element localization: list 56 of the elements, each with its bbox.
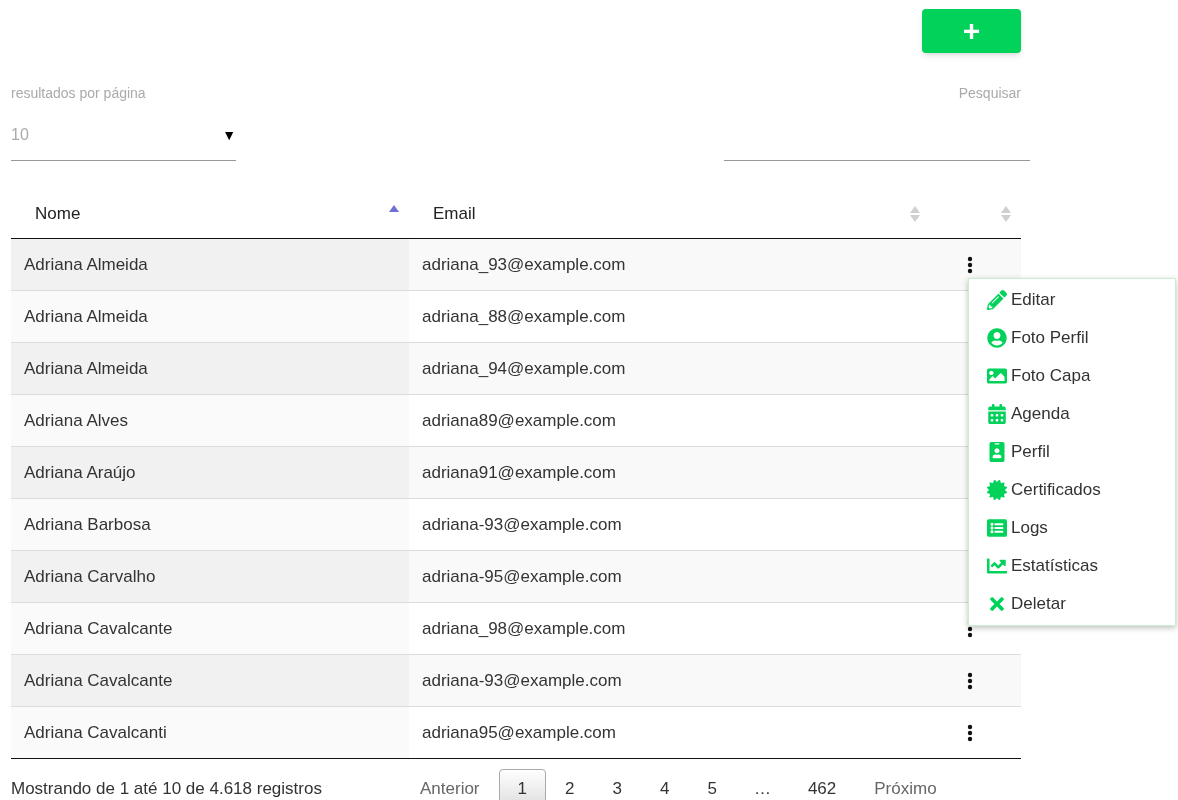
page-button[interactable]: 4 [640,768,689,800]
menu-item[interactable]: Deletar [969,585,1175,623]
table-cell: Adriana Cavalcante [11,655,409,706]
table-cell-text: adriana-93@example.com [421,669,623,692]
menu-item[interactable]: Perfil [969,433,1175,471]
list-icon [987,518,1007,538]
user-icon [987,328,1007,348]
field-label: Pesquisar [958,84,1021,103]
table-cell-text: adriana_88@example.com [421,305,627,328]
page-button[interactable]: 3 [593,768,641,800]
menu-item[interactable]: Foto Perfil [969,319,1175,357]
menu-item[interactable]: Editar [969,281,1175,319]
page-size-select[interactable]: 10 ▼ [11,116,236,161]
table-cell-text: adriana_93@example.com [421,253,627,276]
table-cell-text: adriana95@example.com [421,721,617,744]
menu-item[interactable]: Certificados [969,471,1175,509]
pagination-link[interactable]: Próximo [855,768,956,800]
table-cell: Adriana Almeida [11,343,409,394]
records-info: Mostrando de 1 até 10 de 4.618 registros [11,777,323,800]
table-cell: Adriana Cavalcante [11,603,409,654]
page-button[interactable]: 2 [546,768,594,800]
pagination-ellipsis: … [752,777,772,800]
page-button[interactable]: 462 [788,768,856,800]
certificate-icon [987,480,1007,500]
table-cell-text: adriana91@example.com [421,461,617,484]
table-cell-text: adriana_98@example.com [421,617,627,640]
page-button[interactable]: 1 [498,768,546,800]
column-header[interactable]: Nome [11,189,409,238]
table-cell: Adriana Almeida [11,291,409,342]
more-icon[interactable] [967,671,973,690]
table-cell: Adriana Carvalho [11,551,409,602]
calendar-icon [987,404,1007,424]
chart-icon [987,556,1007,576]
more-icon[interactable] [967,255,973,274]
id-card-icon [987,442,1007,462]
table-cell: Adriana Almeida [11,239,409,290]
menu-item[interactable]: Agenda [969,395,1175,433]
table-cell: Adriana Alves [11,395,409,446]
table-cell-text: adriana-93@example.com [421,513,623,536]
table-cell-text: adriana89@example.com [421,409,617,432]
table-cell: Adriana Araújo [11,447,409,498]
more-icon[interactable] [967,723,973,742]
pencil-icon [987,290,1007,310]
pagination-link[interactable]: Anterior [401,768,499,800]
table-cell: Adriana Barbosa [11,499,409,550]
menu-item[interactable]: Estatísticas [969,547,1175,585]
image-icon [987,366,1007,386]
table-cell-text: adriana-95@example.com [421,565,623,588]
menu-item[interactable]: Logs [969,509,1175,547]
close-icon [987,594,1007,614]
column-header[interactable]: Email [409,189,930,238]
table-cell: Adriana Cavalcanti [11,707,409,758]
menu-item[interactable]: Foto Capa [969,357,1175,395]
table-cell-text: adriana_94@example.com [421,357,627,380]
page-button[interactable]: 5 [688,768,736,800]
field-label: resultados por página [11,84,147,103]
